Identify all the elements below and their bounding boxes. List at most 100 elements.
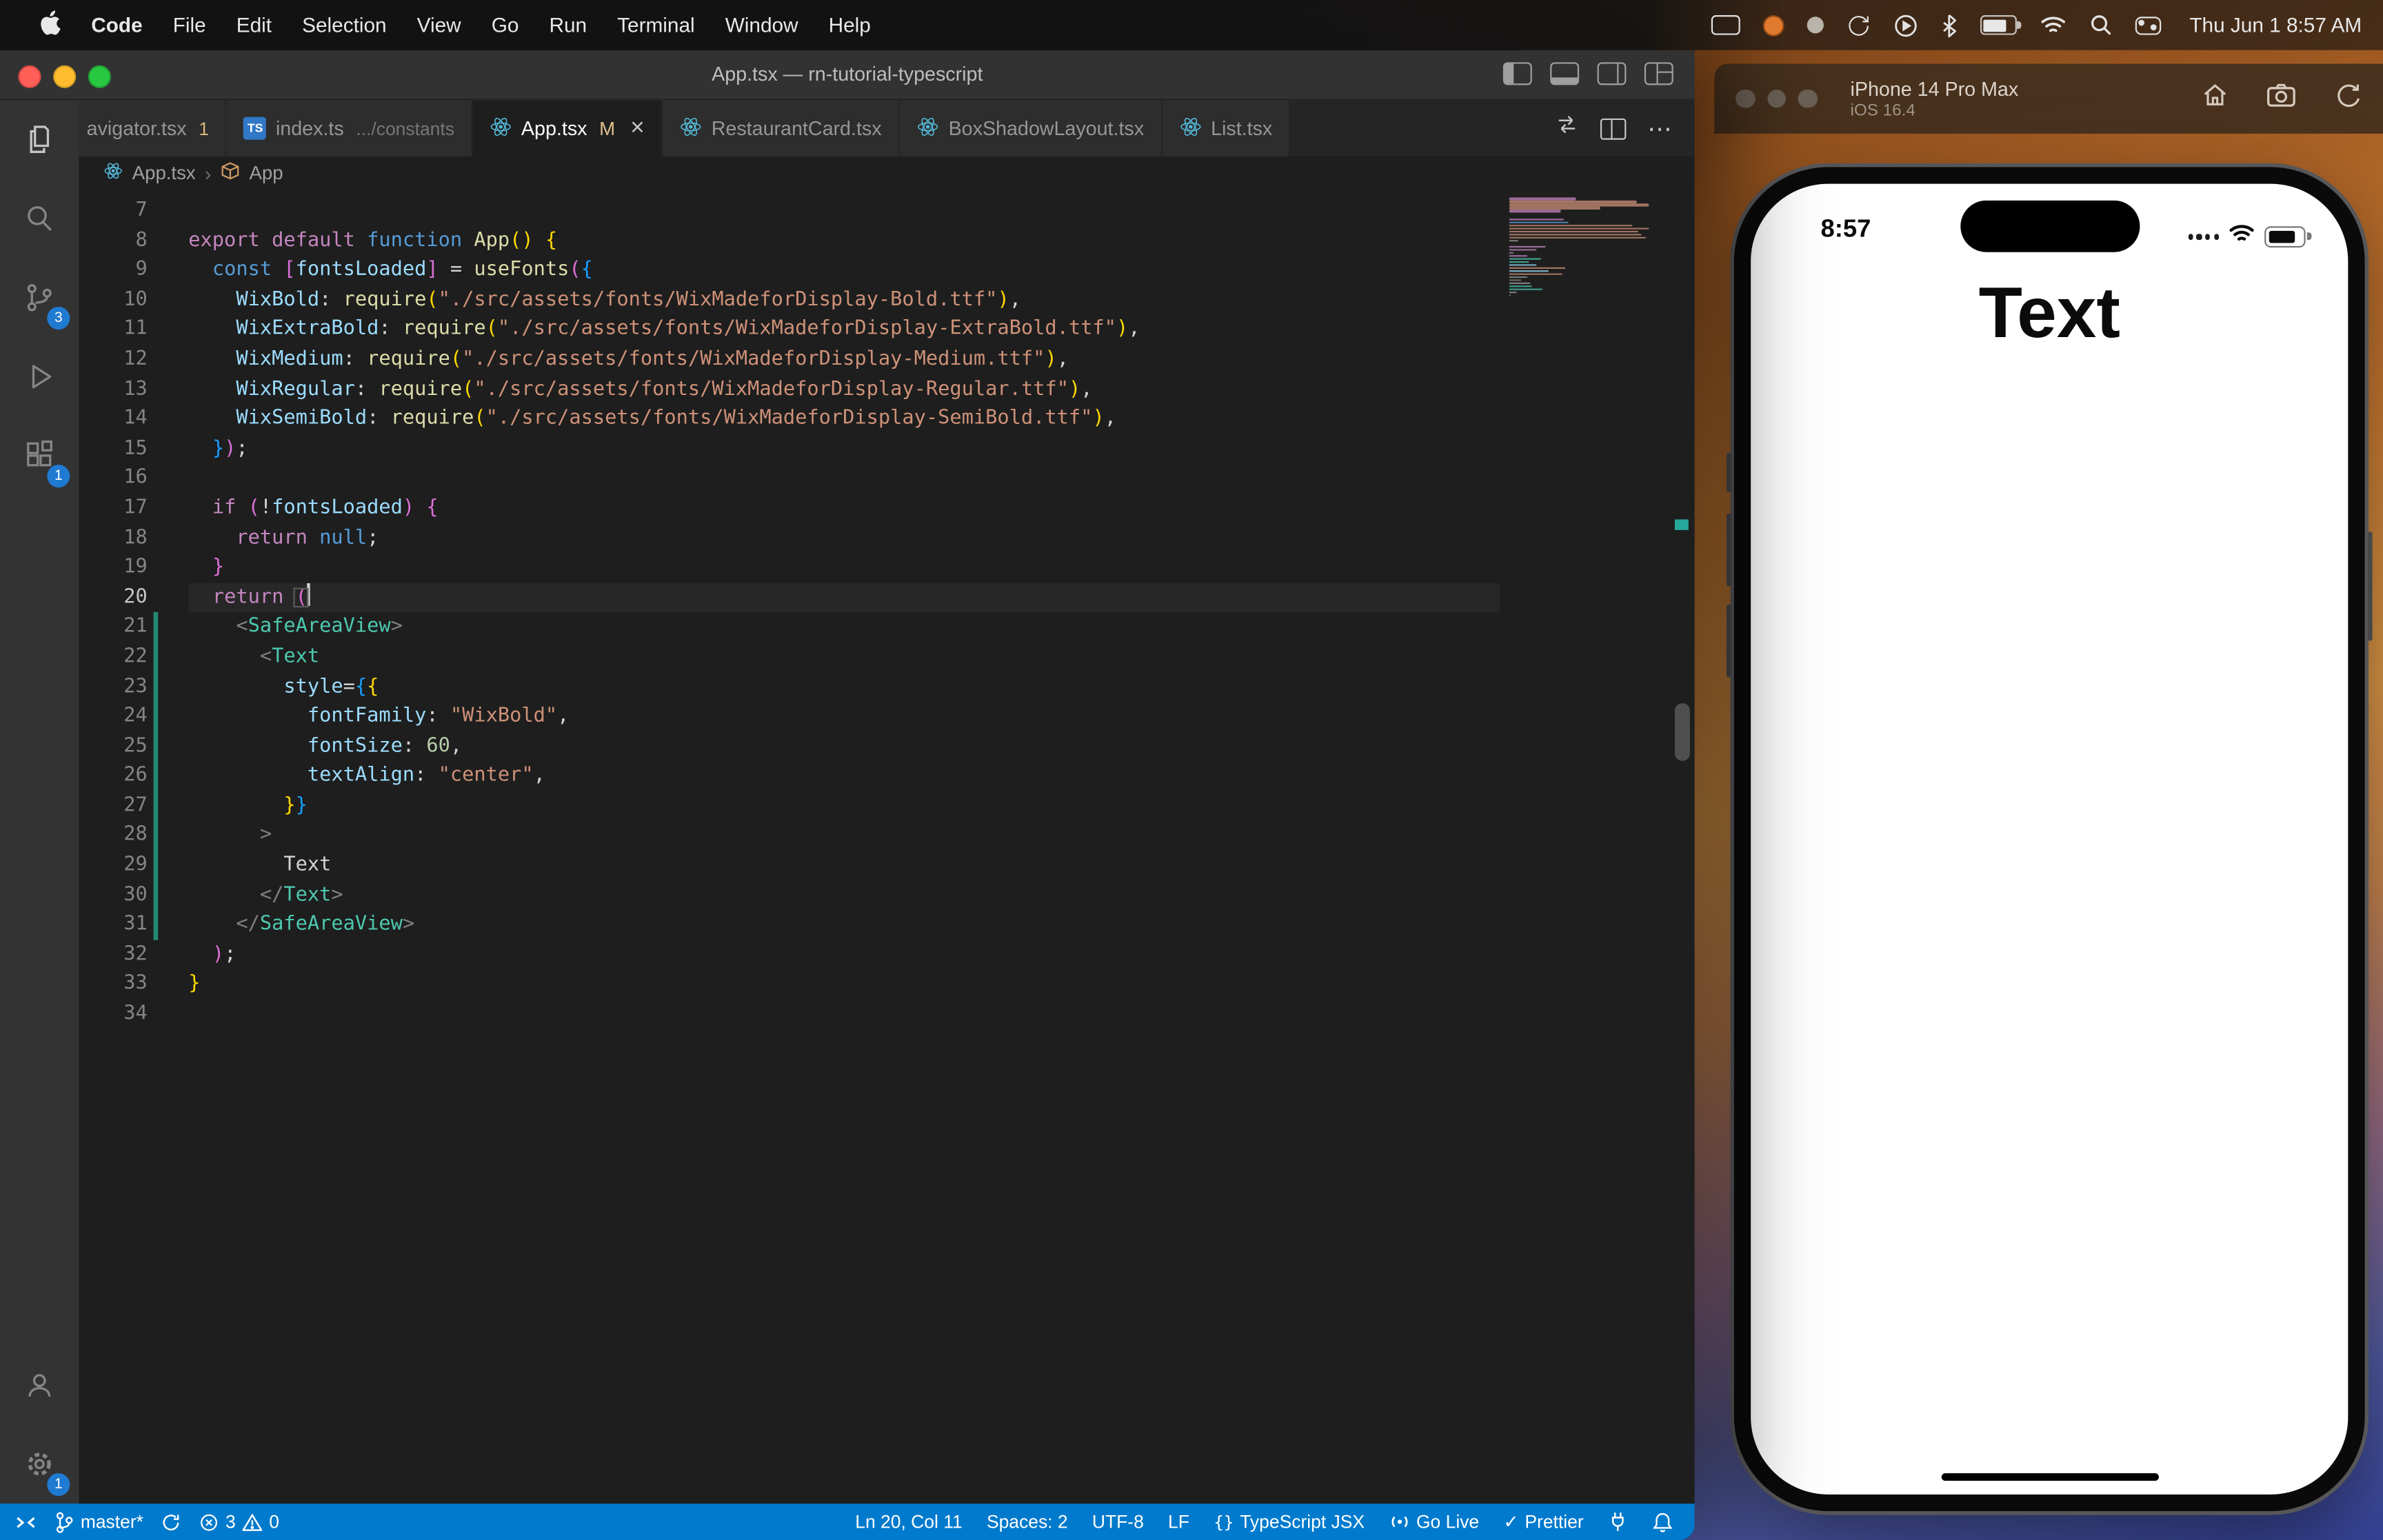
- bluetooth-icon[interactable]: [1940, 13, 1957, 37]
- encoding-setting[interactable]: UTF-8: [1083, 1503, 1153, 1540]
- code-line[interactable]: const [fontsLoaded] = useFonts({: [188, 256, 1500, 285]
- code-line[interactable]: WixBold: require("./src/assets/fonts/Wix…: [188, 285, 1500, 315]
- tab-box-shadow-layout[interactable]: BoxShadowLayout.tsx: [900, 100, 1163, 156]
- menu-bar-clock[interactable]: Thu Jun 1 8:57 AM: [2189, 14, 2362, 37]
- line-number[interactable]: 31: [79, 910, 148, 940]
- line-number[interactable]: 16: [79, 464, 148, 494]
- time-machine-icon[interactable]: [1846, 13, 1870, 37]
- language-mode[interactable]: {} TypeScript JSX: [1205, 1503, 1374, 1540]
- line-number[interactable]: 23: [79, 672, 148, 702]
- line-number[interactable]: 15: [79, 434, 148, 464]
- eol-setting[interactable]: LF: [1159, 1503, 1198, 1540]
- minimize-button[interactable]: [1767, 89, 1786, 108]
- cursor-position[interactable]: Ln 20, Col 11: [846, 1503, 972, 1540]
- menu-item-terminal[interactable]: Terminal: [602, 14, 710, 37]
- line-number[interactable]: 19: [79, 553, 148, 582]
- menu-item-view[interactable]: View: [402, 14, 476, 37]
- indentation-setting[interactable]: Spaces: 2: [978, 1503, 1077, 1540]
- code-line[interactable]: fontSize: 60,: [188, 731, 1500, 761]
- toggle-secondary-sidebar-icon[interactable]: [1597, 62, 1627, 85]
- line-number[interactable]: 8: [79, 225, 148, 255]
- run-debug-icon[interactable]: [0, 337, 79, 416]
- notifications-bell-icon[interactable]: [1643, 1503, 1682, 1540]
- simulator-window-controls[interactable]: [1714, 89, 1818, 108]
- home-icon[interactable]: [2201, 81, 2230, 117]
- line-number[interactable]: 17: [79, 494, 148, 523]
- line-number[interactable]: 33: [79, 970, 148, 1000]
- code-line[interactable]: [188, 1000, 1500, 1029]
- code-line[interactable]: return (: [188, 582, 1500, 613]
- code-line[interactable]: });: [188, 434, 1500, 464]
- line-number[interactable]: 29: [79, 851, 148, 880]
- code-line[interactable]: fontFamily: "WixBold",: [188, 702, 1500, 731]
- apple-menu-icon[interactable]: [24, 10, 76, 39]
- go-live-button[interactable]: Go Live: [1380, 1503, 1488, 1540]
- line-number[interactable]: 13: [79, 374, 148, 404]
- code-line[interactable]: if (!fontsLoaded) {: [188, 494, 1500, 523]
- line-number[interactable]: 30: [79, 880, 148, 910]
- battery-status-icon[interactable]: [1980, 15, 2021, 35]
- code-line[interactable]: </SafeAreaView>: [188, 910, 1500, 940]
- code-line[interactable]: WixRegular: require("./src/assets/fonts/…: [188, 374, 1500, 404]
- line-number[interactable]: 7: [79, 196, 148, 225]
- prettier-status[interactable]: ✓ Prettier: [1494, 1503, 1593, 1540]
- menu-item-help[interactable]: Help: [814, 14, 886, 37]
- home-indicator[interactable]: [1940, 1473, 2158, 1481]
- zoom-button[interactable]: [1798, 89, 1818, 108]
- menu-item-run[interactable]: Run: [534, 14, 602, 37]
- ports-plug-icon[interactable]: [1599, 1503, 1637, 1540]
- menu-item-edit[interactable]: Edit: [221, 14, 287, 37]
- menu-item-selection[interactable]: Selection: [287, 14, 402, 37]
- settings-gear-icon[interactable]: 1: [0, 1425, 79, 1504]
- code-line[interactable]: textAlign: "center",: [188, 761, 1500, 791]
- code-line[interactable]: Text: [188, 851, 1500, 880]
- line-number[interactable]: 10: [79, 285, 148, 315]
- spotlight-icon[interactable]: [2089, 14, 2112, 37]
- split-editor-icon[interactable]: [1600, 117, 1627, 139]
- code-line[interactable]: WixExtraBold: require("./src/assets/font…: [188, 315, 1500, 345]
- line-number[interactable]: 20: [79, 582, 148, 612]
- vscode-titlebar[interactable]: App.tsx — rn-tutorial-typescript: [0, 50, 1695, 101]
- menu-item-file[interactable]: File: [158, 14, 221, 37]
- rotate-icon[interactable]: [2333, 81, 2362, 117]
- line-number[interactable]: 18: [79, 523, 148, 553]
- customize-layout-icon[interactable]: [1644, 62, 1673, 85]
- code-line[interactable]: );: [188, 940, 1500, 969]
- code-editor[interactable]: 7 8 9 10 11 12 13 14 15 16 17 18 19 20 21 22 23 24 25 26 27 2…: [79, 190, 1695, 1504]
- code-line[interactable]: [188, 464, 1500, 494]
- problems-indicator[interactable]: 3 0: [190, 1503, 288, 1540]
- code-line[interactable]: [188, 196, 1500, 225]
- close-button[interactable]: [1736, 89, 1755, 108]
- code-line[interactable]: }: [188, 553, 1500, 582]
- screenshot-icon[interactable]: [2266, 82, 2296, 115]
- code-pane[interactable]: export default function App() { const [f…: [188, 196, 1500, 1029]
- recording-status-icon[interactable]: [1762, 14, 1784, 36]
- line-number[interactable]: 12: [79, 345, 148, 374]
- close-tab-icon[interactable]: ×: [630, 115, 645, 141]
- code-line[interactable]: >: [188, 821, 1500, 851]
- explorer-icon[interactable]: [0, 100, 79, 179]
- line-number[interactable]: 32: [79, 940, 148, 969]
- line-number[interactable]: 11: [79, 315, 148, 345]
- breadcrumb-file[interactable]: App.tsx: [132, 163, 196, 184]
- simulator-titlebar[interactable]: iPhone 14 Pro Max iOS 16.4: [1714, 63, 2383, 134]
- code-line[interactable]: <SafeAreaView>: [188, 613, 1500, 642]
- control-center-icon[interactable]: [2135, 16, 2161, 34]
- code-line[interactable]: }}: [188, 791, 1500, 821]
- line-number[interactable]: 9: [79, 256, 148, 285]
- tab-restaurant-card[interactable]: RestaurantCard.tsx: [663, 100, 901, 156]
- display-status-icon[interactable]: [1711, 15, 1740, 35]
- toggle-panel-icon[interactable]: [1550, 62, 1580, 85]
- scrollbar-thumb[interactable]: [1674, 703, 1690, 761]
- tab-app-tsx[interactable]: App.tsx M ×: [472, 100, 663, 156]
- source-control-icon[interactable]: 3: [0, 259, 79, 338]
- toggle-sidebar-icon[interactable]: [1502, 62, 1532, 85]
- line-number[interactable]: 25: [79, 731, 148, 761]
- line-number[interactable]: 24: [79, 702, 148, 731]
- code-line[interactable]: <Text: [188, 642, 1500, 672]
- code-line[interactable]: }: [188, 970, 1500, 1000]
- remote-indicator[interactable]: [6, 1503, 46, 1540]
- line-number[interactable]: 27: [79, 791, 148, 821]
- code-line[interactable]: </Text>: [188, 880, 1500, 910]
- tab-index-ts[interactable]: TS index.ts .../constants: [227, 100, 473, 156]
